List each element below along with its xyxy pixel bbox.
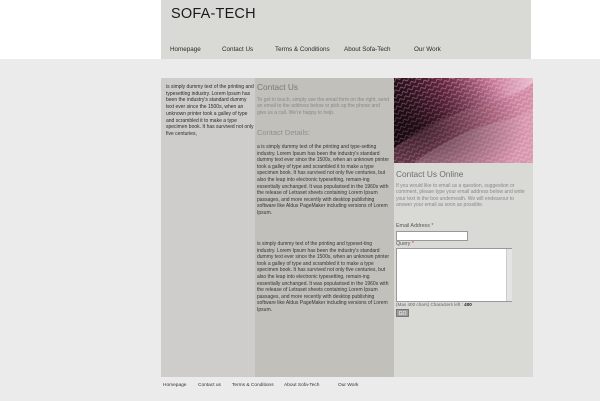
nav-about-sofa-tech[interactable]: About Sofa-Tech bbox=[344, 46, 391, 53]
contact-details-paragraph-2: is simply dummy text of the printing and… bbox=[257, 241, 390, 313]
footer-about-sofa-tech[interactable]: About Sofa-Tech bbox=[284, 383, 319, 388]
nav-homepage[interactable]: Homepage bbox=[170, 46, 201, 53]
middle-column: Contact Us To get in touch, simply use t… bbox=[255, 78, 394, 377]
footer-homepage[interactable]: Homepage bbox=[163, 383, 186, 388]
left-column: is simply dummy text of the printing and… bbox=[161, 78, 255, 377]
email-input[interactable] bbox=[396, 231, 468, 241]
email-required-marker: * bbox=[431, 223, 434, 229]
left-column-text: is simply dummy text of the printing and… bbox=[166, 84, 254, 137]
nav-terms-conditions[interactable]: Terms & Conditions bbox=[275, 46, 330, 53]
contact-online-heading: Contact Us Online bbox=[396, 169, 464, 179]
email-label-text: Email Address bbox=[396, 223, 430, 229]
site-header: SOFA-TECH Homepage Contact Us Terms & Co… bbox=[161, 0, 531, 59]
nav-contact-us[interactable]: Contact Us bbox=[222, 46, 253, 53]
query-scrollbar[interactable] bbox=[506, 249, 512, 301]
footer-our-work[interactable]: Our Work bbox=[338, 383, 358, 388]
site-logo[interactable]: SOFA-TECH bbox=[171, 6, 256, 22]
query-label-text: Query bbox=[396, 241, 411, 247]
contact-online-intro: If you would like to email us a question… bbox=[396, 183, 525, 208]
contact-details-paragraph-1: a is simply dummy text of the printing a… bbox=[257, 144, 390, 216]
fabric-photo-graphic bbox=[394, 78, 533, 163]
right-column: Contact Us Online If you would like to e… bbox=[394, 78, 533, 377]
footer-terms-conditions[interactable]: Terms & Conditions bbox=[232, 383, 274, 388]
footer-nav: Homepage Contact us Terms & Conditions A… bbox=[161, 383, 533, 393]
character-counter-label: (Max 400 chars) Characters left : bbox=[396, 302, 463, 307]
main-nav: Homepage Contact Us Terms & Conditions A… bbox=[161, 46, 531, 59]
query-textarea[interactable] bbox=[396, 248, 512, 302]
email-label: Email Address * bbox=[396, 223, 433, 229]
query-required-marker: * bbox=[411, 241, 414, 247]
footer-contact-us[interactable]: Contact us bbox=[198, 383, 221, 388]
character-counter: (Max 400 chars) Characters left : 400 bbox=[396, 302, 472, 307]
contact-details-heading: Contact Details: bbox=[257, 128, 310, 137]
fabric-photo bbox=[394, 78, 533, 163]
contact-us-heading: Contact Us bbox=[257, 82, 299, 92]
contact-intro-text: To get in touch, simply use the email fo… bbox=[257, 97, 390, 116]
nav-our-work[interactable]: Our Work bbox=[414, 46, 441, 53]
characters-left-value: 400 bbox=[464, 302, 472, 307]
go-button[interactable]: GO bbox=[396, 309, 409, 317]
query-label: Query * bbox=[396, 241, 414, 247]
